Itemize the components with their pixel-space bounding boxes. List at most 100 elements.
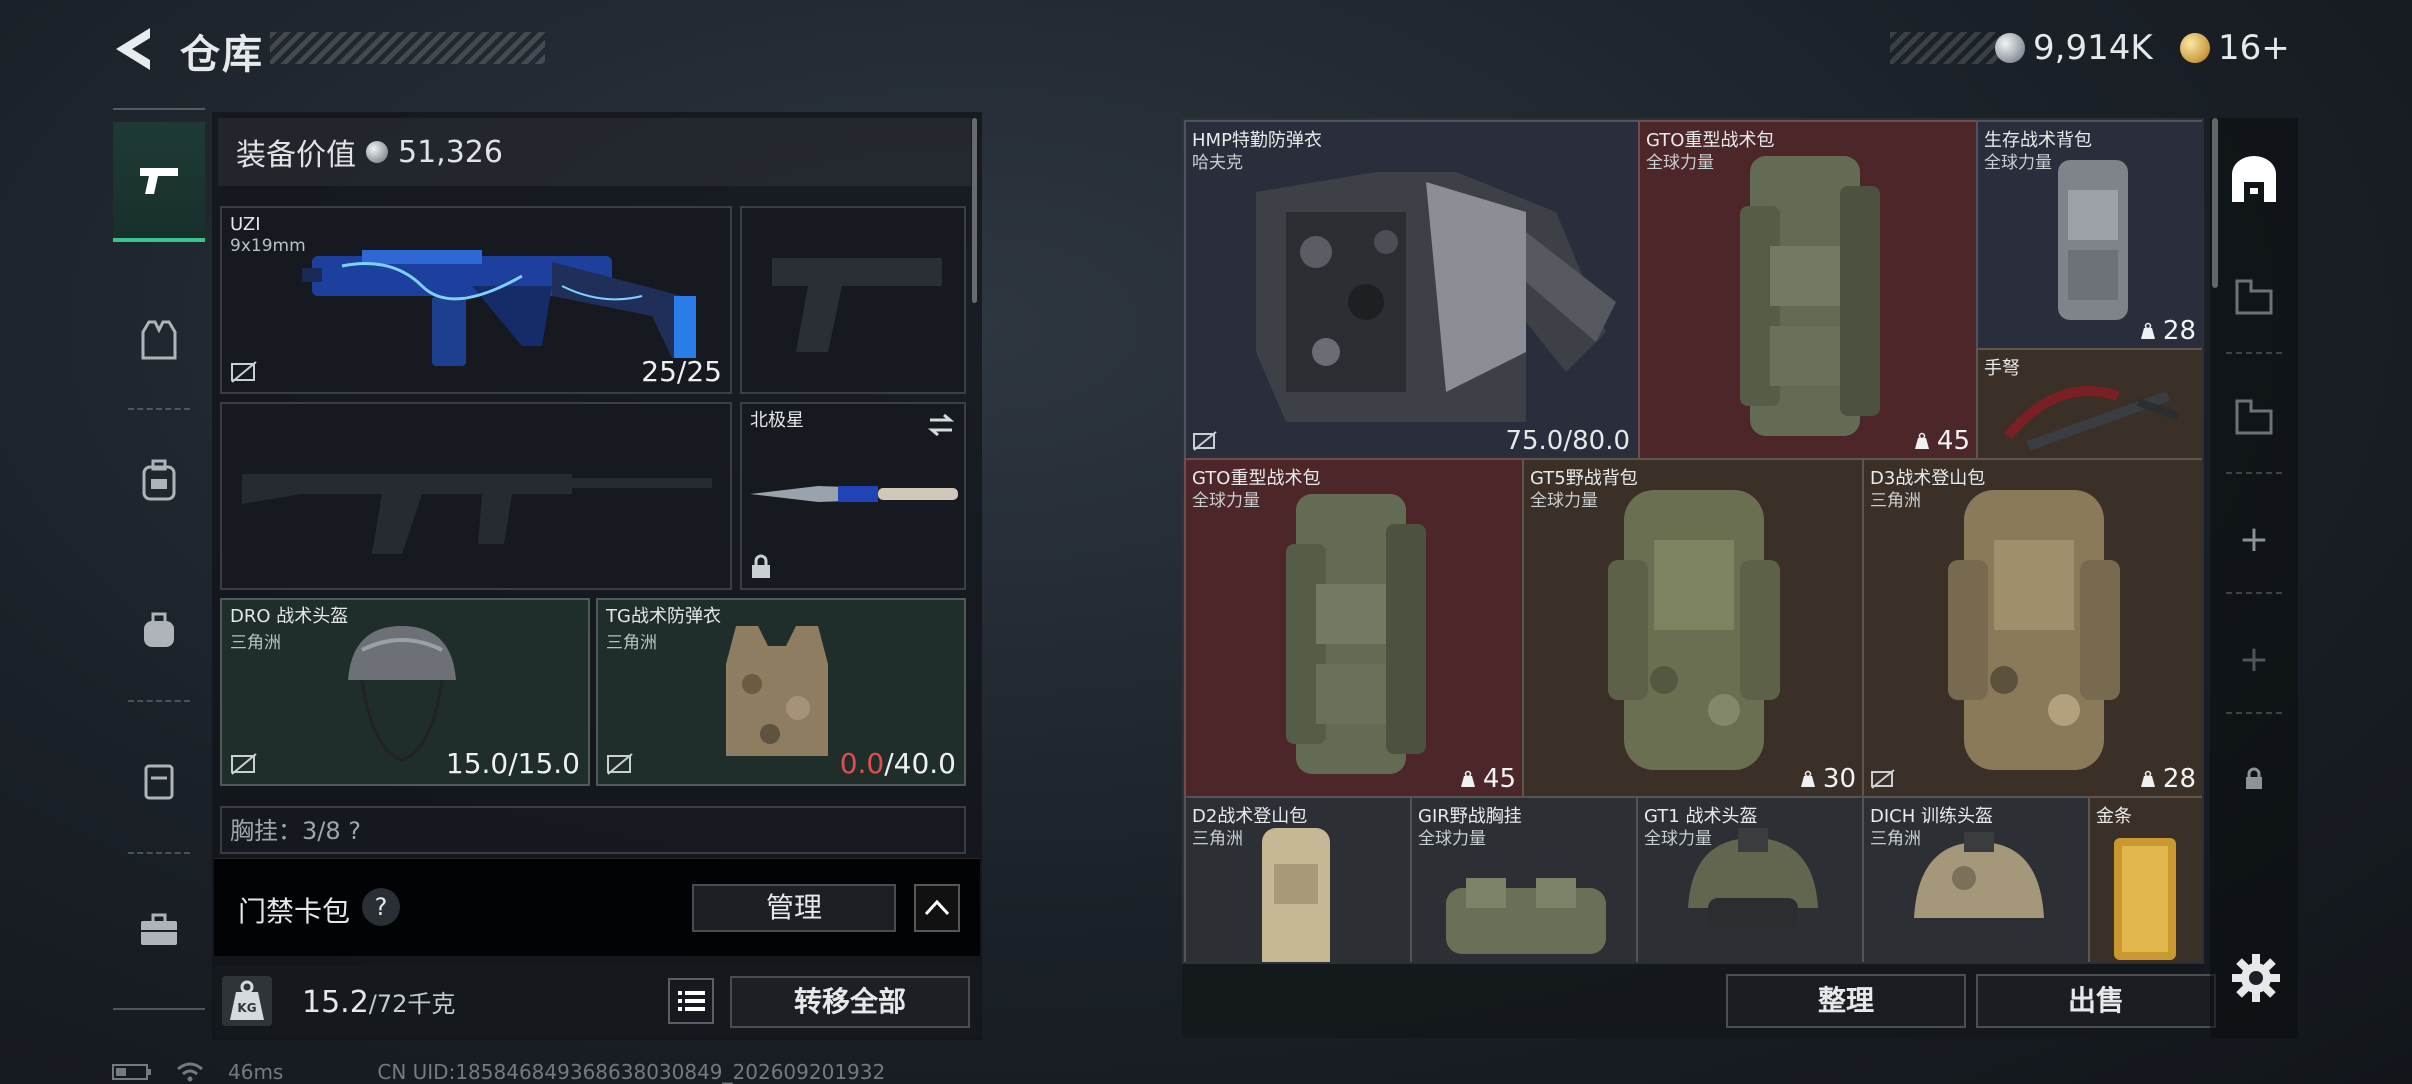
rail-item-backpack[interactable]: [113, 420, 205, 540]
stash-item[interactable]: 金条: [2088, 796, 2202, 962]
currency-silver[interactable]: 9,914K: [1995, 28, 2153, 68]
no-insurance-icon: [1193, 431, 1217, 451]
melee-name: 北极星: [750, 410, 804, 431]
item-durability: 75.0/80.0: [1505, 426, 1630, 456]
backpack-image: [1948, 490, 2120, 770]
equipment-value-amount: 51,326: [398, 134, 503, 170]
stash-grid: HMP特勤防弹衣 哈夫克 75.0/80.0 GTO重型战术包 全球力量 45 …: [1182, 118, 2204, 964]
storage-tab-icon: [2235, 279, 2273, 315]
rail-item-weapons[interactable]: [113, 122, 205, 242]
backpack-image: [1740, 156, 1880, 436]
item-faction: 全球力量: [1984, 153, 2052, 173]
bag-icon: [144, 612, 174, 647]
weight-icon: [2140, 322, 2155, 339]
item-faction: 哈夫克: [1192, 153, 1243, 173]
item-count: 28: [2162, 764, 2196, 794]
stash-item[interactable]: DICH 训练头盔 三角洲: [1862, 796, 2090, 962]
lock-icon: [752, 554, 770, 578]
list-icon: [678, 991, 705, 1011]
silver-coin-icon: [366, 141, 388, 163]
rail-item-case[interactable]: [113, 720, 205, 840]
page-title: 仓库: [180, 32, 264, 78]
item-faction: 三角洲: [1192, 829, 1243, 849]
stash-item[interactable]: 生存战术背包 全球力量 28: [1976, 120, 2202, 350]
back-button[interactable]: [110, 24, 156, 74]
stash-item[interactable]: GT5野战背包 全球力量 30: [1522, 458, 1864, 798]
currency-gold-value: 16+: [2218, 28, 2290, 68]
collapse-button[interactable]: [914, 884, 960, 932]
help-button[interactable]: ?: [362, 888, 400, 926]
item-faction: 全球力量: [1646, 153, 1714, 173]
slot-armor[interactable]: TG战术防弹衣 三角洲 0.0/40.0: [596, 598, 966, 786]
equipment-value: 装备价值 51,326: [236, 130, 503, 174]
stash-item[interactable]: GTO重型战术包 全球力量 45: [1638, 120, 1978, 460]
transfer-all-button[interactable]: 转移全部: [730, 976, 970, 1028]
add-stash-tab[interactable]: +: [2218, 494, 2290, 584]
tab-separator: [2226, 592, 2282, 594]
add-stash-tab[interactable]: +: [2218, 614, 2290, 704]
battery-icon: [112, 1064, 151, 1080]
stash-item[interactable]: HMP特勤防弹衣 哈夫克 75.0/80.0: [1184, 120, 1640, 460]
weight-kg-icon: KG: [222, 976, 272, 1026]
list-view-button[interactable]: [668, 978, 714, 1024]
pistol-icon: [140, 168, 178, 194]
slot-primary-weapon[interactable]: UZI 9x19mm 25/25: [220, 206, 732, 394]
gold-bar-image: [2114, 838, 2176, 960]
slot-chest-rig-partial[interactable]: 胸挂：3/8 ?: [220, 806, 966, 854]
tab-separator: [2226, 352, 2282, 354]
slot-helmet[interactable]: DRO 战术头盔 三角洲 15.0/15.0: [220, 598, 590, 786]
item-count: 28: [2162, 316, 2196, 346]
rifle-silhouette-icon: [242, 474, 712, 554]
item-faction: 全球力量: [1644, 829, 1712, 849]
stash-item[interactable]: 手弩: [1976, 348, 2202, 460]
weight-current: 15.2: [302, 985, 369, 1020]
slot-melee[interactable]: 北极星: [740, 402, 966, 590]
stash-item[interactable]: GT1 战术头盔 全球力量: [1636, 796, 1864, 962]
rail-separator: [128, 852, 190, 854]
wifi-icon: [177, 1062, 203, 1082]
sort-button[interactable]: 整理: [1726, 974, 1966, 1028]
status-bar: 46ms CN UID:185846849368638030849_202609…: [112, 1060, 885, 1084]
stash-tab-main[interactable]: [2218, 134, 2290, 224]
stash-item[interactable]: GIR野战胸挂 全球力量: [1410, 796, 1638, 962]
rail-item-bag[interactable]: [113, 570, 205, 690]
backpack-image: [1286, 494, 1426, 774]
armor-vest-image: [726, 626, 828, 756]
currency-silver-value: 9,914K: [2033, 28, 2153, 68]
stash-tab-2[interactable]: [2218, 252, 2290, 342]
helmet-name: DRO 战术头盔: [230, 606, 349, 627]
settings-button[interactable]: [2230, 952, 2282, 1004]
rail-top-line: [113, 108, 205, 110]
chest-rig-label: 胸挂：3/8 ?: [230, 817, 361, 845]
slot-secondary-weapon-empty[interactable]: [220, 402, 732, 590]
chest-rig-image: [1446, 878, 1606, 954]
stash-item[interactable]: D2战术登山包 三角洲: [1184, 796, 1412, 962]
stash-tab-3[interactable]: [2218, 372, 2290, 462]
equipment-scrollbar[interactable]: [972, 118, 977, 303]
chevron-up-icon: [924, 899, 950, 916]
helmet-image: [348, 626, 456, 762]
svg-text:KG: KG: [237, 1001, 256, 1015]
manage-button[interactable]: 管理: [692, 884, 896, 932]
equipment-value-label: 装备价值: [236, 138, 356, 173]
backpack-icon: [142, 459, 176, 501]
armor-faction: 三角洲: [606, 633, 657, 653]
slot-sidearm-empty[interactable]: [740, 206, 966, 394]
stash-item[interactable]: GTO重型战术包 全球力量 45: [1184, 458, 1524, 798]
no-insurance-icon: [231, 361, 257, 383]
back-arrow-icon: [116, 28, 150, 70]
swap-icon[interactable]: [926, 412, 956, 438]
armor-name: TG战术防弹衣: [606, 606, 721, 627]
title-decoration: [270, 32, 545, 64]
sell-button[interactable]: 出售: [1976, 974, 2216, 1028]
locked-stash-tab[interactable]: [2218, 734, 2290, 824]
rail-item-toolbox[interactable]: [113, 870, 205, 990]
helmet-durability: 15.0/15.0: [445, 747, 580, 780]
weight-icon: [1460, 770, 1475, 787]
stash-item[interactable]: D3战术登山包 三角洲 28: [1862, 458, 2202, 798]
rail-item-armor[interactable]: [113, 280, 205, 400]
knife-image: [750, 486, 958, 502]
rail-separator: [128, 408, 190, 410]
gate-card-label: 门禁卡包: [238, 895, 351, 928]
currency-gold[interactable]: 16+: [2180, 28, 2290, 68]
